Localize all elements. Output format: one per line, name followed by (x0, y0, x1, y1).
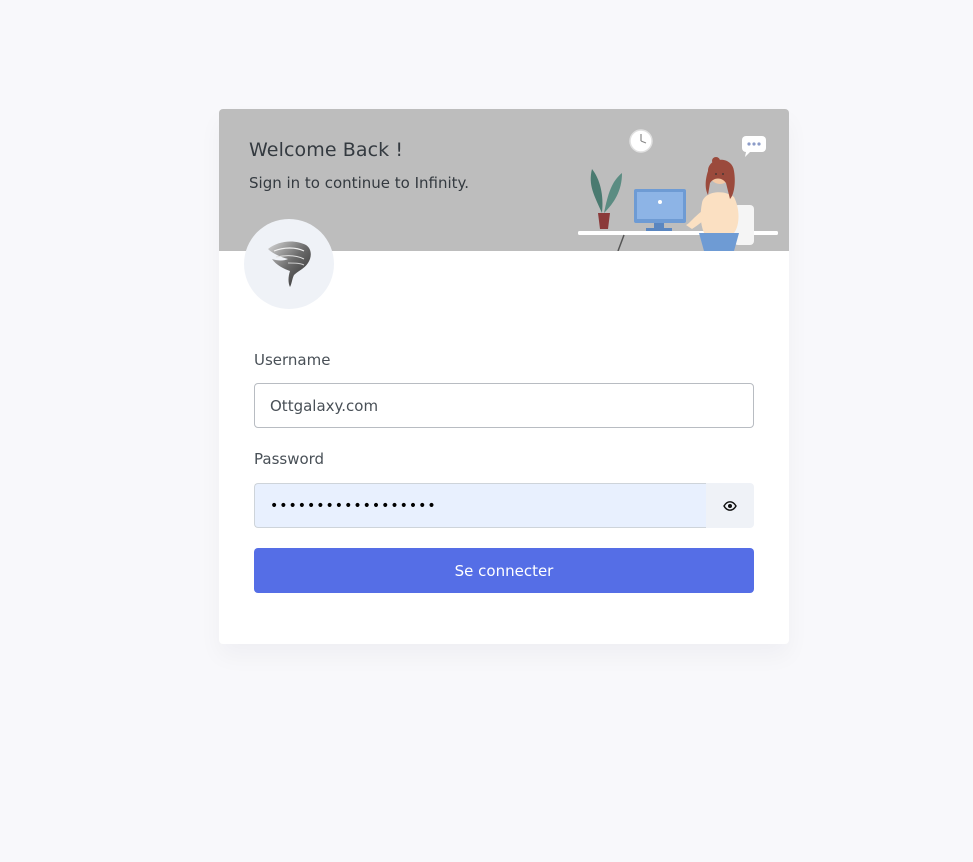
feather-logo-icon (268, 241, 311, 287)
username-label: Username (254, 351, 331, 369)
login-card: Welcome Back ! Sign in to continue to In… (219, 109, 789, 644)
submit-button[interactable]: Se connecter (254, 548, 754, 593)
password-input[interactable] (254, 483, 706, 528)
password-toggle-button[interactable] (706, 483, 754, 528)
office-worker-illustration (578, 129, 778, 251)
password-label: Password (254, 450, 325, 468)
password-group (254, 483, 754, 528)
welcome-title: Welcome Back ! (249, 139, 404, 161)
eye-icon (723, 500, 737, 511)
username-input[interactable] (254, 383, 754, 428)
avatar (244, 219, 334, 309)
welcome-subtitle: Sign in to continue to Infinity. (249, 174, 470, 192)
